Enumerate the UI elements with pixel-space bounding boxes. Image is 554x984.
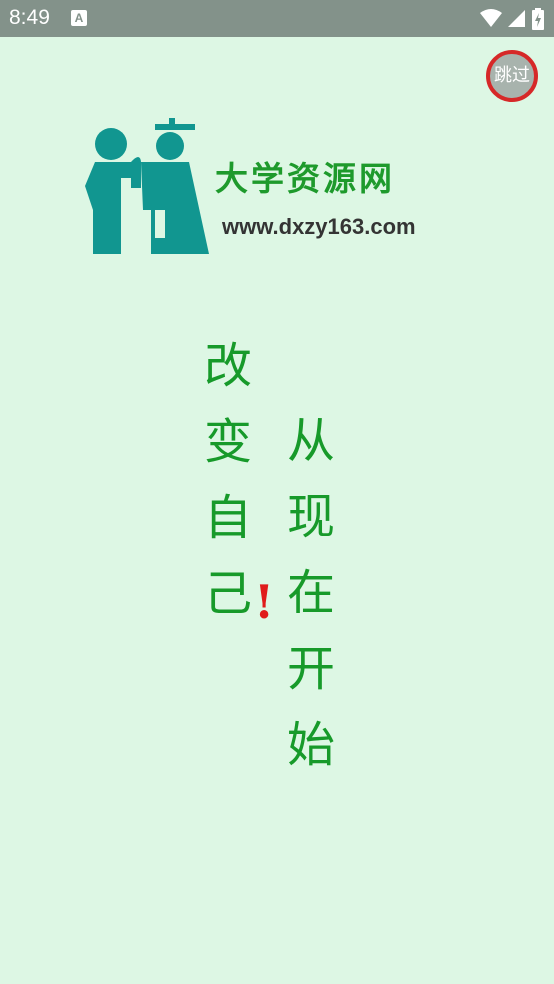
skip-button[interactable]: 跳过 bbox=[486, 50, 538, 102]
signal-icon bbox=[508, 10, 525, 27]
slogan-exclamation: ! bbox=[254, 575, 275, 629]
site-name: 大学资源网 bbox=[215, 159, 395, 198]
site-url: www.dxzy163.com bbox=[222, 214, 416, 239]
slogan-left-line: 改变自己 bbox=[195, 340, 251, 644]
slogan-right-line: 从现在开始 bbox=[278, 415, 334, 795]
status-icons bbox=[474, 8, 544, 30]
status-bar: 8:49 A bbox=[0, 0, 554, 37]
status-time: 8:49 bbox=[9, 6, 50, 29]
site-logo-icon bbox=[85, 118, 209, 254]
battery-icon bbox=[532, 8, 544, 30]
wifi-icon bbox=[480, 9, 502, 27]
app-notification-icon: A bbox=[71, 10, 87, 26]
